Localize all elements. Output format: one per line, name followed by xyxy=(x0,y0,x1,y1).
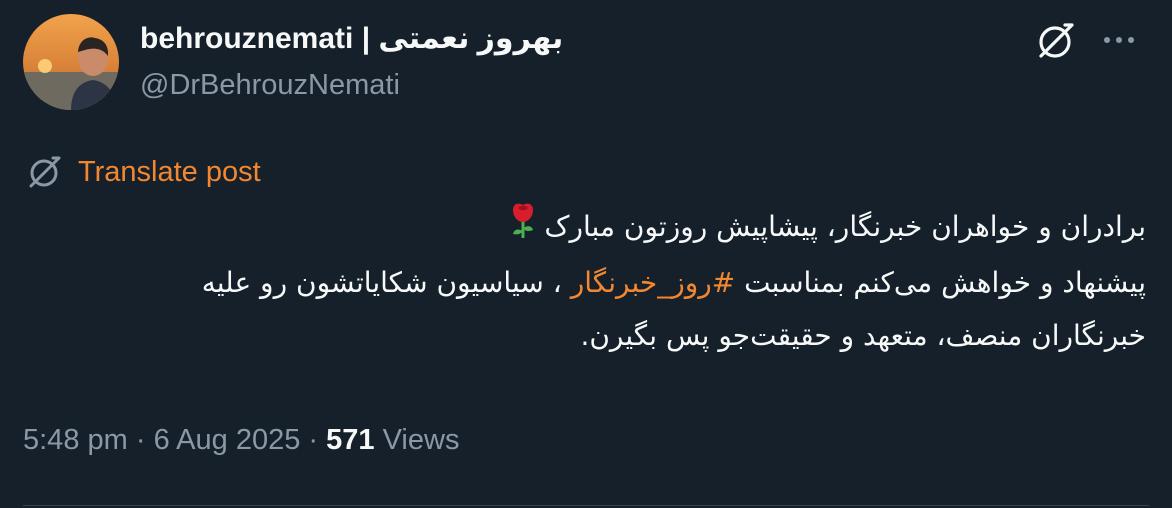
post-date[interactable]: 6 Aug 2025 xyxy=(154,424,301,456)
grok-icon[interactable] xyxy=(1035,20,1077,62)
avatar-photo xyxy=(23,14,119,110)
author-handle[interactable]: @DrBehrouzNemati xyxy=(140,65,400,105)
post-line-1-text: برادران و خواهران خبرنگار، پیشاپیش روزتو… xyxy=(544,210,1146,243)
post-line-2: پیشنهاد و خواهش می‌کنم بمناسبت #روز_خبرن… xyxy=(46,256,1146,309)
more-options-icon[interactable] xyxy=(1097,20,1141,60)
views-count[interactable]: 571 xyxy=(326,424,374,456)
divider xyxy=(23,505,1149,506)
meta-separator-2: · xyxy=(308,424,319,456)
globe-slash-icon xyxy=(29,156,61,188)
hashtag-link[interactable]: #روز_خبرنگار xyxy=(571,266,736,299)
post-line-3: خبرنگاران منصف، متعهد و حقیقت‌جو پس بگیر… xyxy=(580,318,1146,352)
post-line-2-start: پیشنهاد و خواهش می‌کنم بمناسبت xyxy=(744,265,1146,299)
translate-post-button[interactable]: Translate post xyxy=(25,152,261,192)
post-time[interactable]: 5:48 pm xyxy=(23,424,128,456)
rose-icon xyxy=(508,201,538,256)
author-display-name[interactable]: behrouznemati | بهروز نعمتی xyxy=(140,19,563,59)
post-body: برادران و خواهران خبرنگار، پیشاپیش روزتو… xyxy=(46,200,1146,362)
translate-post-label: Translate post xyxy=(78,156,261,188)
meta-separator-1: · xyxy=(135,424,146,456)
views-label: Views xyxy=(382,424,460,456)
avatar[interactable] xyxy=(23,14,119,110)
tweet-card: behrouznemati | بهروز نعمتی @DrBehrouzNe… xyxy=(0,0,1172,508)
post-line-2-end: ، سیاسیون شکایاتشون رو علیه xyxy=(201,265,562,299)
post-meta: 5:48 pm · 6 Aug 2025 · 571 Views xyxy=(23,420,459,460)
post-line-1: برادران و خواهران خبرنگار، پیشاپیش روزتو… xyxy=(46,200,1146,256)
